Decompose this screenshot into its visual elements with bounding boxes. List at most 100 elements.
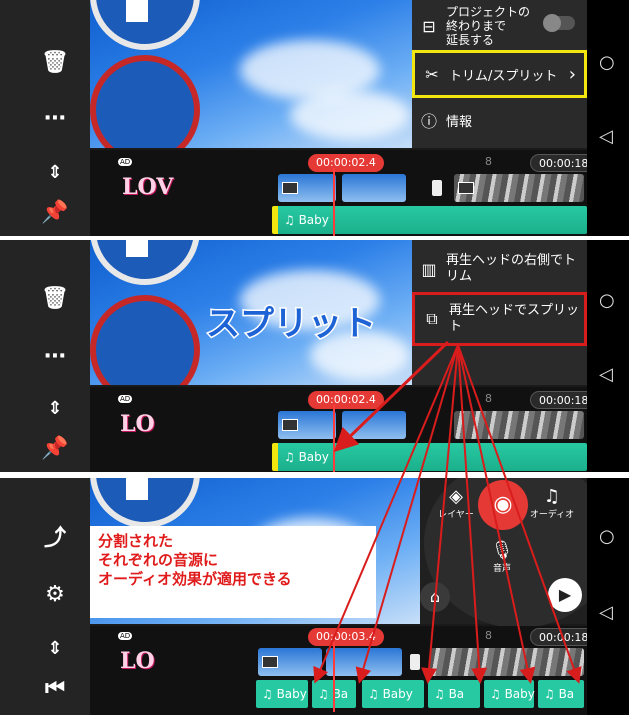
video-clip[interactable] <box>454 411 584 439</box>
layer-label: レイヤー <box>438 510 474 520</box>
ad-badge: AD <box>118 158 133 166</box>
triangle-back-icon[interactable]: ◁ <box>599 602 613 623</box>
extend-to-end-option[interactable]: ⊟ プロジェクトの 終わりまで 延長する <box>412 2 587 50</box>
split-at-playhead-option[interactable]: ⧉ 再生ヘッドでスプリット <box>412 292 587 346</box>
scissors-icon: ✂ <box>425 64 439 84</box>
transition-marker[interactable] <box>432 180 442 196</box>
video-preview <box>90 0 420 148</box>
audio-segment-label: Ba <box>558 687 575 701</box>
current-timecode: 00:00:02.4 <box>308 391 384 409</box>
ruler-mark: 8 <box>485 629 492 642</box>
video-clip[interactable] <box>454 174 584 202</box>
voice-button[interactable]: 🎙 音声 <box>482 540 522 574</box>
video-clip[interactable] <box>258 648 322 676</box>
audio-clip[interactable]: ♫ Baby <box>272 206 587 234</box>
music-icon: ♫ <box>543 486 561 507</box>
timeline[interactable]: AD LO 00:00:02.4 8 00:00:18.00 ♫ Baby <box>90 387 615 472</box>
panel-split-menu: スプリット 🗑 ⋯ ⇕ 📌 ▥ 再生ヘッドの右側でトリム ⧉ 再生ヘッドでスプリ… <box>0 240 629 472</box>
store-icon: ⌂ <box>429 587 441 606</box>
split-vertical-icon[interactable]: ⇕ <box>30 386 80 430</box>
trash-icon[interactable]: 🗑 <box>30 276 80 320</box>
video-clip[interactable] <box>342 411 406 439</box>
left-toolbar: 🗑 ⋯ ⇕ 📌 <box>0 240 90 472</box>
road-sign-image <box>90 0 200 50</box>
audio-label: Baby <box>298 450 329 464</box>
ad-badge: AD <box>118 395 133 403</box>
playhead[interactable] <box>333 642 335 712</box>
triangle-back-icon[interactable]: ◁ <box>599 126 613 147</box>
split-vertical-icon[interactable]: ⇕ <box>30 626 80 670</box>
pin-icon[interactable]: 📌 <box>30 426 80 470</box>
ad-badge: AD <box>118 632 133 640</box>
trim-right-option[interactable]: ▥ 再生ヘッドの右側でトリム <box>412 246 587 292</box>
sticker-logo[interactable]: LO <box>120 648 155 674</box>
record-icon: ◉ <box>493 492 513 517</box>
layers-icon: ◈ <box>449 486 463 507</box>
info-icon: ⓘ <box>420 112 437 131</box>
playhead[interactable] <box>333 168 335 236</box>
record-button[interactable]: ◉ <box>478 480 528 530</box>
triangle-back-icon[interactable]: ◁ <box>599 364 613 385</box>
split-icon: ⧉ <box>426 309 438 328</box>
trim-split-submenu: ▥ 再生ヘッドの右側でトリム ⧉ 再生ヘッドでスプリット <box>412 240 587 385</box>
system-navbar: ○ ◁ <box>587 478 629 715</box>
play-icon: ▶ <box>558 585 572 604</box>
trash-icon[interactable]: 🗑 <box>30 40 80 84</box>
circle-home-icon[interactable]: ○ <box>599 290 615 311</box>
circle-home-icon[interactable]: ○ <box>599 526 615 547</box>
video-clip[interactable] <box>278 174 336 202</box>
video-clip[interactable] <box>430 648 584 676</box>
timeline[interactable]: AD LOV 00:00:02.4 8 00:00:18.00 ♫ Baby <box>90 150 615 236</box>
current-timecode: 00:00:03.4 <box>308 628 384 646</box>
overlay-title: スプリット <box>205 303 378 346</box>
video-clip[interactable] <box>278 411 336 439</box>
annotation-line-2: それぞれの音源に <box>98 551 219 569</box>
circle-home-icon[interactable]: ○ <box>599 52 615 73</box>
skip-start-icon[interactable]: ⏮ <box>30 666 80 710</box>
sticker-logo[interactable]: LO <box>120 411 155 437</box>
trim-split-option[interactable]: ✂ トリム/スプリット › <box>412 50 587 98</box>
transition-marker[interactable] <box>410 654 420 670</box>
store-button[interactable]: ⌂ <box>420 582 450 612</box>
audio-segment-label: Ba <box>448 687 465 701</box>
audio-button[interactable]: ♫ オーディオ <box>526 486 578 520</box>
audio-segment[interactable]: ♫ Baby <box>484 680 535 708</box>
more-icon[interactable]: ⋯ <box>30 334 80 378</box>
info-option[interactable]: ⓘ 情報 <box>412 100 587 140</box>
audio-segment[interactable]: ♫ Baby <box>256 680 308 708</box>
playhead[interactable] <box>333 405 335 472</box>
trim-right-icon: ▥ <box>421 259 437 279</box>
share-icon[interactable]: ⤴ <box>30 514 80 558</box>
audio-segment[interactable]: ♫ Ba <box>428 680 480 708</box>
audio-segment[interactable]: ♫ Baby <box>362 680 424 708</box>
more-icon[interactable]: ⋯ <box>30 96 80 140</box>
audio-clip[interactable]: ♫ Baby <box>272 443 587 471</box>
clip-menu: ⊟ プロジェクトの 終わりまで 延長する ✂ トリム/スプリット › ⓘ 情報 <box>412 0 587 148</box>
layers-button[interactable]: ◈ レイヤー <box>434 486 478 520</box>
current-timecode: 00:00:02.4 <box>308 154 384 172</box>
pin-icon[interactable]: 📌 <box>30 190 80 234</box>
info-label: 情報 <box>446 114 473 130</box>
timeline[interactable]: AD LO 00:00:03.4 8 00:00:18.00 ♫ Baby ♫ … <box>90 626 615 715</box>
video-clip[interactable] <box>326 648 402 676</box>
extend-toggle[interactable] <box>543 14 575 32</box>
audio-button-label: オーディオ <box>529 510 575 520</box>
play-button[interactable]: ▶ <box>548 578 582 612</box>
voice-label: 音声 <box>492 564 511 574</box>
extend-icon: ⊟ <box>422 16 436 36</box>
annotation-line-3: オーディオ効果が適用できる <box>98 570 292 588</box>
mic-icon: 🎙 <box>490 540 514 561</box>
panel-trim-menu: 🗑 ⋯ ⇕ 📌 ⊟ プロジェクトの 終わりまで 延長する ✂ トリム/スプリット… <box>0 0 629 236</box>
split-label: 再生ヘッドでスプリット <box>449 303 580 334</box>
system-navbar: ○ ◁ <box>587 0 629 236</box>
extend-label: プロジェクトの 終わりまで 延長する <box>446 5 531 47</box>
settings-icon[interactable]: ⚙ <box>30 572 80 616</box>
audio-segment-label: Baby <box>276 687 307 701</box>
system-navbar: ○ ◁ <box>587 240 629 472</box>
audio-segment[interactable]: ♫ Ba <box>538 680 584 708</box>
split-vertical-icon[interactable]: ⇕ <box>30 150 80 194</box>
video-clip[interactable] <box>342 174 406 202</box>
left-toolbar: ⤴ ⚙ ⇕ ⏮ <box>0 478 90 715</box>
sticker-logo[interactable]: LOV <box>122 174 173 200</box>
annotation-line-1: 分割された <box>98 532 174 550</box>
